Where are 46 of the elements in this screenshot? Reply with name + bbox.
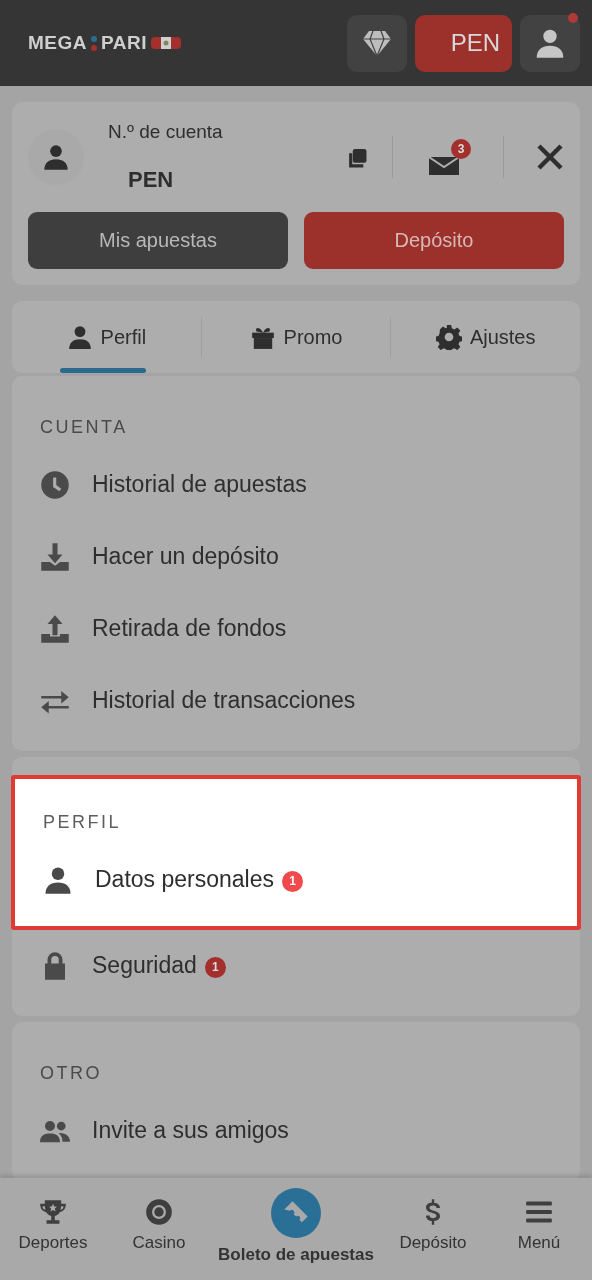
mail-button[interactable]: 3	[425, 138, 471, 175]
menu-item[interactable]: Datos personales 1	[15, 843, 577, 916]
nav-tab[interactable]: Boleto de apuestas	[212, 1178, 380, 1280]
logo-dots-icon	[91, 34, 97, 52]
logo-text: MEGA	[28, 30, 87, 55]
tab[interactable]: Promo	[201, 300, 391, 373]
close-icon	[536, 142, 564, 171]
nav-tab[interactable]: Menú	[485, 1178, 592, 1280]
chip-icon	[145, 1198, 174, 1226]
menu-item[interactable]: Historial de transacciones	[12, 664, 580, 737]
section-title: PERFIL	[42, 810, 123, 834]
my-bets-button[interactable]: Mis apuestas	[28, 211, 288, 269]
menu-item[interactable]: Seguridad 1	[12, 929, 580, 1002]
upload-icon	[40, 613, 70, 644]
notification-badge: 1	[282, 870, 303, 892]
menu-item[interactable]: Historial de apuestas	[12, 448, 580, 521]
nav-tab[interactable]: Deportes	[0, 1178, 107, 1280]
person-icon	[66, 323, 93, 350]
diamond-button[interactable]	[347, 14, 407, 72]
section-title: CUENTA	[39, 415, 129, 439]
profile-button[interactable]	[520, 14, 580, 72]
account-label: N.º de cuenta	[108, 120, 223, 144]
close-button[interactable]	[536, 142, 564, 171]
trophy-icon	[39, 1198, 67, 1226]
tab[interactable]: Ajustes	[391, 300, 580, 373]
menu-item[interactable]: Retirada de fondos	[12, 592, 580, 665]
menu-item[interactable]: Invite a sus amigos	[12, 1094, 580, 1167]
copy-icon	[346, 147, 368, 168]
download-icon	[40, 541, 70, 572]
tab[interactable]: Perfil	[12, 300, 201, 373]
currency-button[interactable]: PEN	[415, 14, 512, 72]
menu-item[interactable]: Hacer un depósito	[12, 520, 580, 593]
flag-icon	[151, 37, 181, 49]
nav-tab[interactable]: Depósito	[379, 1178, 486, 1280]
diamond-icon	[362, 29, 392, 57]
notification-badge: 1	[204, 956, 226, 978]
settings-icon	[435, 323, 462, 350]
logo-text: PARI	[101, 30, 147, 55]
person-icon	[42, 142, 70, 171]
person-icon	[534, 27, 566, 59]
clock-icon	[40, 469, 70, 500]
currency-text: PEN	[128, 165, 175, 194]
message-count-badge: 3	[451, 138, 471, 159]
deposit-button[interactable]: Depósito	[304, 211, 564, 269]
nav-tab[interactable]: Casino	[106, 1178, 213, 1280]
section-title: OTRO	[39, 1061, 103, 1085]
